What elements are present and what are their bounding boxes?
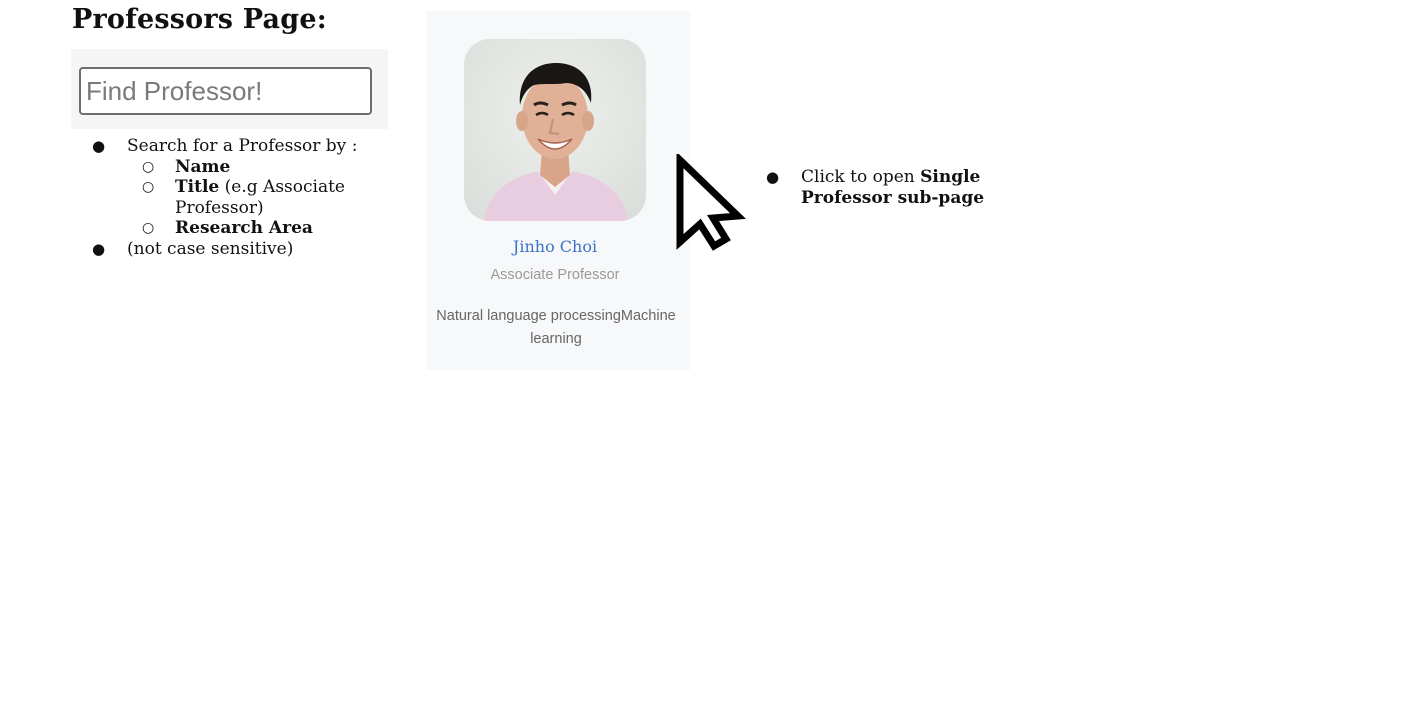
- click-note-text: Click to open Single Professor sub-page: [801, 167, 1066, 208]
- case-sensitivity-note: (not case sensitive): [127, 238, 294, 259]
- criteria-research-area-label: Research Area: [175, 218, 313, 238]
- circle-bullet-icon: ○: [142, 220, 155, 236]
- criteria-item-name: ○ Name: [139, 157, 392, 178]
- criteria-name-label: Name: [175, 156, 231, 177]
- instruction-item: ● Click to open Single Professor sub-pag…: [766, 167, 1066, 208]
- circle-bullet-icon: ○: [142, 179, 155, 195]
- professor-research-areas: Natural language processingMachine learn…: [436, 308, 676, 347]
- bullet-icon: ●: [92, 239, 106, 258]
- professor-title: Associate Professor: [490, 267, 620, 283]
- mouse-pointer-icon: [676, 154, 746, 251]
- find-professor-input[interactable]: [79, 67, 372, 115]
- bullet-icon: ●: [766, 168, 780, 186]
- professor-photo-icon: [464, 39, 646, 221]
- instruction-item: ● (not case sensitive): [92, 239, 392, 260]
- criteria-title-label: Title: [175, 177, 220, 197]
- criteria-item-title: ○ Title (e.g Associate Professor): [139, 177, 392, 218]
- circle-bullet-icon: ○: [142, 158, 155, 175]
- instruction-item: ● Search for a Professor by :: [92, 136, 392, 157]
- professor-name-link[interactable]: Jinho Choi: [426, 237, 684, 256]
- professor-photo[interactable]: [464, 39, 646, 221]
- criteria-title-text: Title (e.g Associate Professor): [175, 177, 392, 218]
- click-instructions: ● Click to open Single Professor sub-pag…: [766, 167, 1066, 208]
- search-panel: [71, 49, 388, 129]
- criteria-item-research-area: ○ Research Area: [139, 218, 392, 239]
- page-title: Professors Page:: [72, 4, 327, 35]
- bullet-icon: ●: [92, 137, 106, 155]
- instruction-intro: Search for a Professor by :: [127, 136, 358, 156]
- click-note-prefix: Click to open: [801, 167, 921, 187]
- professor-card[interactable]: Jinho Choi Associate Professor Natural l…: [426, 11, 690, 370]
- search-instructions: ● Search for a Professor by : ○ Name ○ T…: [92, 136, 392, 259]
